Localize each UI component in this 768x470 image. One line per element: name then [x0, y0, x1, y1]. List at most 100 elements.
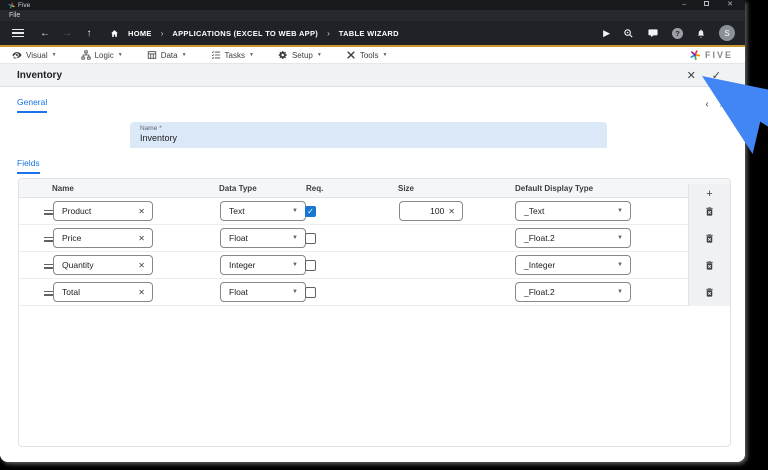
display-type-select[interactable]: _Float.2 ▼ [515, 228, 631, 248]
breadcrumb-separator: › [327, 28, 330, 38]
required-checkbox[interactable]: ✓ [305, 233, 316, 244]
chevron-down-icon: ▼ [249, 52, 254, 58]
navigation-bar: ← → ↑ HOME › APPLICATIONS (EXCEL TO WEB … [0, 21, 745, 45]
delete-field-button[interactable] [688, 279, 730, 306]
workflow-icon [81, 50, 91, 60]
clear-icon[interactable]: ✕ [448, 207, 462, 216]
fields-table: Name Data Type Req. Size Default Display… [18, 178, 731, 447]
user-avatar[interactable]: S [719, 25, 735, 41]
eye-icon [12, 50, 22, 60]
data-type-select[interactable]: Float ▼ [220, 228, 306, 248]
data-type-select[interactable]: Integer ▼ [220, 255, 306, 275]
chevron-down-icon: ▼ [51, 52, 57, 58]
display-type-select[interactable]: _Integer ▼ [515, 255, 631, 275]
toolbar-menu-tools[interactable]: Tools ▼ [346, 50, 388, 60]
clear-icon[interactable]: ✕ [138, 207, 152, 216]
cancel-record-button[interactable]: ✕ [687, 69, 696, 82]
back-button[interactable]: ← [34, 28, 56, 39]
app-window: Five – ✕ File ← → ↑ HOME › APPLICATIONS … [0, 0, 745, 462]
breadcrumb-separator: › [160, 28, 164, 38]
window-title: Five [18, 1, 31, 9]
app-toolbar: Visual ▼ Logic ▼ Data ▼ Tasks ▼ Setup ▼ … [0, 47, 745, 64]
name-field[interactable]: Name * Inventory [130, 122, 607, 148]
five-brand-logo: FIVE [689, 49, 745, 61]
field-name-input[interactable]: ✕ [53, 255, 153, 275]
column-header-name: Name [52, 184, 74, 193]
data-type-select[interactable]: Text ▼ [220, 201, 306, 221]
save-record-button[interactable]: ✓ [712, 69, 721, 82]
data-type-select[interactable]: Float ▼ [220, 282, 306, 302]
menu-file[interactable]: File [9, 12, 20, 19]
toolbar-menu-visual[interactable]: Visual ▼ [12, 50, 57, 60]
chevron-down-icon: ▼ [617, 235, 623, 241]
notifications-bell-icon[interactable] [696, 28, 706, 39]
hamburger-menu-icon[interactable] [12, 27, 24, 40]
five-app-icon [8, 1, 15, 9]
screen: { "titlebar": { "app_title": "Five", "mi… [0, 0, 768, 470]
forward-button[interactable]: → [56, 28, 78, 39]
delete-field-button[interactable] [688, 198, 730, 225]
menu-bar: File [0, 10, 745, 21]
required-checkbox[interactable]: ✓ [305, 206, 316, 217]
table-grid-icon [147, 50, 157, 60]
page-title: Inventory [17, 69, 63, 81]
breadcrumb-applications[interactable]: APPLICATIONS (EXCEL TO WEB APP) [172, 29, 318, 38]
chevron-down-icon: ▼ [292, 289, 298, 295]
search-icon[interactable] [623, 28, 634, 39]
clear-icon[interactable]: ✕ [138, 234, 152, 243]
up-button[interactable]: ↑ [78, 28, 100, 39]
column-header-required: Req. [306, 184, 324, 193]
previous-record-button[interactable]: ‹ [705, 99, 708, 110]
nav-left-controls: ← → ↑ [0, 27, 100, 40]
chevron-down-icon: ▼ [117, 52, 123, 58]
field-row-total: ✕ Float▼ ✓ _Float.2▼ [19, 279, 730, 306]
record-form: ‹ › General Name * Inventory Fields Name… [0, 87, 745, 462]
record-actions: ✕ ✓ [687, 69, 721, 82]
record-header: Inventory ✕ ✓ [0, 64, 745, 87]
clear-icon[interactable]: ✕ [138, 288, 152, 297]
toolbar-menu-data[interactable]: Data ▼ [147, 50, 187, 60]
field-size-input[interactable]: ✕ [399, 201, 463, 221]
feedback-icon[interactable] [647, 28, 659, 39]
os-titlebar: Five – ✕ [0, 0, 745, 10]
home-icon [110, 29, 119, 38]
chevron-down-icon: ▼ [316, 52, 322, 58]
column-header-data-type: Data Type [219, 184, 257, 193]
field-row-price: ✕ Float▼ ✓ _Float.2▼ [19, 225, 730, 252]
toolbar-menu-tasks[interactable]: Tasks ▼ [211, 50, 254, 60]
breadcrumb-home[interactable]: HOME [128, 29, 152, 38]
chevron-down-icon: ▼ [382, 52, 388, 58]
display-type-select[interactable]: _Float.2 ▼ [515, 282, 631, 302]
tab-general[interactable]: General [17, 97, 48, 113]
maximize-button[interactable] [704, 0, 710, 10]
required-checkbox[interactable]: ✓ [305, 287, 316, 298]
chevron-down-icon: ▼ [617, 289, 623, 295]
chevron-down-icon: ▼ [617, 208, 623, 214]
toolbar-menu-logic[interactable]: Logic ▼ [81, 50, 123, 60]
toolbar-menu-setup[interactable]: Setup ▼ [278, 50, 322, 60]
required-checkbox[interactable]: ✓ [305, 260, 316, 271]
close-window-button[interactable]: ✕ [727, 0, 733, 10]
clear-icon[interactable]: ✕ [138, 261, 152, 270]
delete-field-button[interactable] [688, 225, 730, 252]
fields-table-header: Name Data Type Req. Size Default Display… [19, 179, 730, 203]
next-record-button[interactable]: › [720, 99, 723, 110]
field-name-input[interactable]: ✕ [53, 201, 153, 221]
column-header-display-type: Default Display Type [515, 184, 594, 193]
run-play-button[interactable]: ▶ [603, 28, 610, 39]
delete-field-button[interactable] [688, 252, 730, 279]
tab-fields[interactable]: Fields [17, 158, 40, 174]
field-name-input[interactable]: ✕ [53, 282, 153, 302]
chevron-down-icon: ▼ [181, 52, 187, 58]
help-icon[interactable]: ? [672, 27, 683, 39]
field-name-input[interactable]: ✕ [53, 228, 153, 248]
name-field-label: Name * [140, 125, 162, 132]
display-type-select[interactable]: _Text ▼ [515, 201, 631, 221]
gear-icon [278, 50, 288, 60]
breadcrumb: HOME › APPLICATIONS (EXCEL TO WEB APP) ›… [110, 29, 399, 38]
nav-right-controls: ▶ ? S [603, 25, 745, 41]
minimize-button[interactable]: – [682, 0, 686, 10]
column-header-size: Size [398, 184, 415, 193]
breadcrumb-table-wizard[interactable]: TABLE WIZARD [339, 29, 399, 38]
window-controls: – ✕ [682, 0, 737, 10]
